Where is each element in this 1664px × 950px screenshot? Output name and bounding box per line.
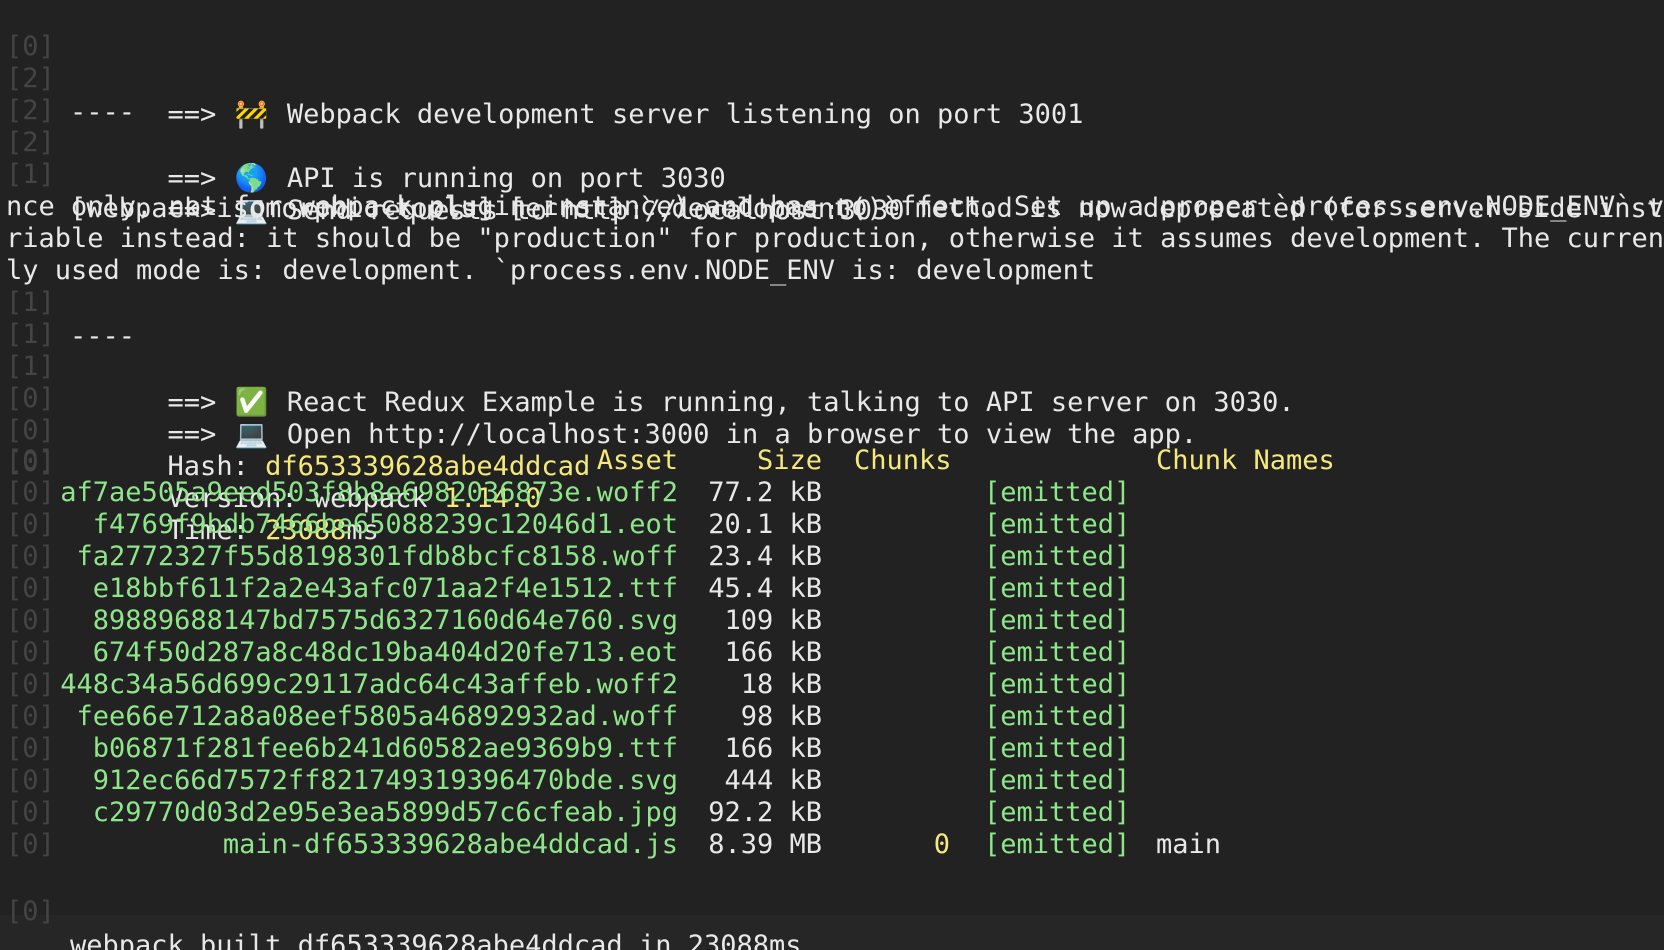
process-prefix: [0]: [6, 733, 55, 764]
asset-table-row: [0] e18bbf611f2a2e43afc071aa2f4e1512.ttf 4…: [0, 572, 1664, 606]
asset-status: [emitted]: [984, 669, 1131, 700]
log-line-webpack-server: [0] ==> 🚧 Webpack development server lis…: [0, 0, 1664, 130]
process-prefix: [0]: [6, 701, 55, 732]
log-line-api-running: [2] ==> 🌎 API is running on port 3030: [0, 60, 1664, 194]
asset-table-row: [0] af7ae505a9eed503f8b8e6982036873e.woff…: [0, 476, 1664, 510]
asset-size: 109 kB: [724, 605, 822, 636]
asset-name: b06871f281fee6b241d60582ae9369b9.ttf: [92, 733, 678, 764]
log-line-send-requests: [2] ==> 💻 Send requests to http://localh…: [0, 92, 1664, 226]
process-prefix: [0]: [6, 605, 55, 636]
asset-size: 23.4 kB: [708, 541, 822, 572]
log-line-version: [0] Version: webpack 1.14.0: [0, 380, 1664, 514]
column-header-chunks: Chunks: [854, 445, 952, 476]
asset-table-row: [0] 448c34a56d699c29117adc64c43affeb.woff…: [0, 668, 1664, 702]
asset-table-row: [0] c29770d03d2e95e3ea5899d57c6cfeab.jpg 9…: [0, 796, 1664, 830]
asset-size: 92.2 kB: [708, 797, 822, 828]
asset-size: 166 kB: [724, 637, 822, 668]
asset-table-row: [0] fee66e712a8a08eef5805a46892932ad.woff…: [0, 700, 1664, 734]
process-prefix: [0]: [6, 669, 55, 700]
column-header-size: Size: [756, 445, 822, 476]
log-line-built: [0] webpack built df653339628abe4ddcad i…: [0, 861, 1664, 950]
asset-table-row: [0] 89889688147bd7575d6327160d64e760.svg 1…: [0, 604, 1664, 638]
process-prefix: [0]: [6, 896, 55, 927]
asset-name: fa2772327f55d8198301fdb8bcfc8158.woff: [76, 541, 678, 572]
log-line-react-running: [1] ==> ✅ React Redux Example is running…: [0, 284, 1664, 418]
process-prefix: [0]: [6, 829, 55, 860]
log-line-error-3: riable instead: it should be "production…: [0, 188, 1664, 254]
asset-name: f4769f9bdb7466be65088239c12046d1.eot: [92, 509, 678, 540]
asset-status: [emitted]: [984, 637, 1131, 668]
asset-size: 77.2 kB: [708, 477, 822, 508]
asset-chunks: 0: [933, 829, 950, 860]
asset-status: [emitted]: [984, 765, 1131, 796]
asset-table-row: [0] f4769f9bdb7466be65088239c12046d1.eot 2…: [0, 508, 1664, 542]
asset-size: 18 kB: [740, 669, 822, 700]
asset-name: 448c34a56d699c29117adc64c43affeb.woff2: [60, 669, 678, 700]
log-line-separator: [2] ----: [0, 28, 1664, 128]
process-prefix: [0]: [6, 797, 55, 828]
asset-size: 45.4 kB: [708, 573, 822, 604]
asset-table-row: [0] main-df653339628abe4ddcad.js 8.39 MB 0 […: [0, 828, 1664, 862]
column-header-asset: Asset: [596, 445, 678, 476]
asset-size: 8.39 MB: [708, 829, 822, 860]
asset-status: [emitted]: [984, 733, 1131, 764]
asset-status: [emitted]: [984, 541, 1131, 572]
asset-name: e18bbf611f2a2e43afc071aa2f4e1512.ttf: [92, 573, 678, 604]
asset-name: 912ec66d7572ff821749319396470bde.svg: [92, 765, 678, 796]
log-line-separator: [1] ----: [0, 252, 1664, 352]
asset-name: 674f50d287a8c48dc19ba404d20fe713.eot: [92, 637, 678, 668]
build-complete-text: webpack built df653339628abe4ddcad in 23…: [70, 930, 802, 950]
log-line-error-2: nce only, not for webpack plugin instanc…: [0, 156, 1664, 222]
process-prefix: [0]: [6, 573, 55, 604]
asset-size: 20.1 kB: [708, 509, 822, 540]
process-prefix: [0]: [6, 477, 55, 508]
log-line-open-browser: [1] ==> 💻 Open http://localhost:3000 in …: [0, 316, 1664, 450]
asset-status: [emitted]: [984, 477, 1131, 508]
asset-status: [emitted]: [984, 605, 1131, 636]
terminal-window[interactable]: [0] ==> 🚧 Webpack development server lis…: [0, 0, 1664, 950]
asset-table-row: [0] b06871f281fee6b241d60582ae9369b9.ttf 1…: [0, 732, 1664, 766]
asset-status: [emitted]: [984, 701, 1131, 732]
log-line-time: [0] Time: 23088ms: [0, 412, 1664, 546]
asset-table-row: [0] 912ec66d7572ff821749319396470bde.svg 4…: [0, 764, 1664, 798]
asset-status: [emitted]: [984, 573, 1131, 604]
log-line-hash: [0] Hash: df653339628abe4ddcad: [0, 348, 1664, 482]
process-prefix: [0]: [6, 541, 55, 572]
process-prefix: [0]: [6, 765, 55, 796]
asset-status: [emitted]: [984, 797, 1131, 828]
asset-name: af7ae505a9eed503f8b8e6982036873e.woff2: [60, 477, 678, 508]
asset-chunk-names: main: [1156, 829, 1222, 860]
log-line-error-4: ly used mode is: development. `process.e…: [0, 220, 1664, 286]
process-prefix: [0]: [6, 509, 55, 540]
asset-name: fee66e712a8a08eef5805a46892932ad.woff: [76, 701, 678, 732]
process-prefix: [0]: [6, 637, 55, 668]
asset-size: 98 kB: [740, 701, 822, 732]
asset-size: 444 kB: [724, 765, 822, 796]
asset-name: c29770d03d2e95e3ea5899d57c6cfeab.jpg: [92, 797, 678, 828]
process-prefix: [0]: [6, 445, 55, 476]
log-line-error-1: [1] [webpack-isomorphic-tools] [error] `…: [0, 124, 1664, 224]
asset-table-row: [0] 674f50d287a8c48dc19ba404d20fe713.eot 1…: [0, 636, 1664, 670]
asset-table-row: [0] fa2772327f55d8198301fdb8bcfc8158.woff…: [0, 540, 1664, 574]
asset-name: 89889688147bd7575d6327160d64e760.svg: [92, 605, 678, 636]
asset-name: main-df653339628abe4ddcad.js: [222, 829, 678, 860]
column-header-chunk-names: Chunk Names: [1156, 445, 1335, 476]
asset-status: [emitted]: [984, 509, 1131, 540]
asset-status: [emitted]: [984, 829, 1131, 860]
asset-size: 166 kB: [724, 733, 822, 764]
asset-table-header: [0] Asset Size Chunks Chunk Names: [0, 444, 1664, 478]
